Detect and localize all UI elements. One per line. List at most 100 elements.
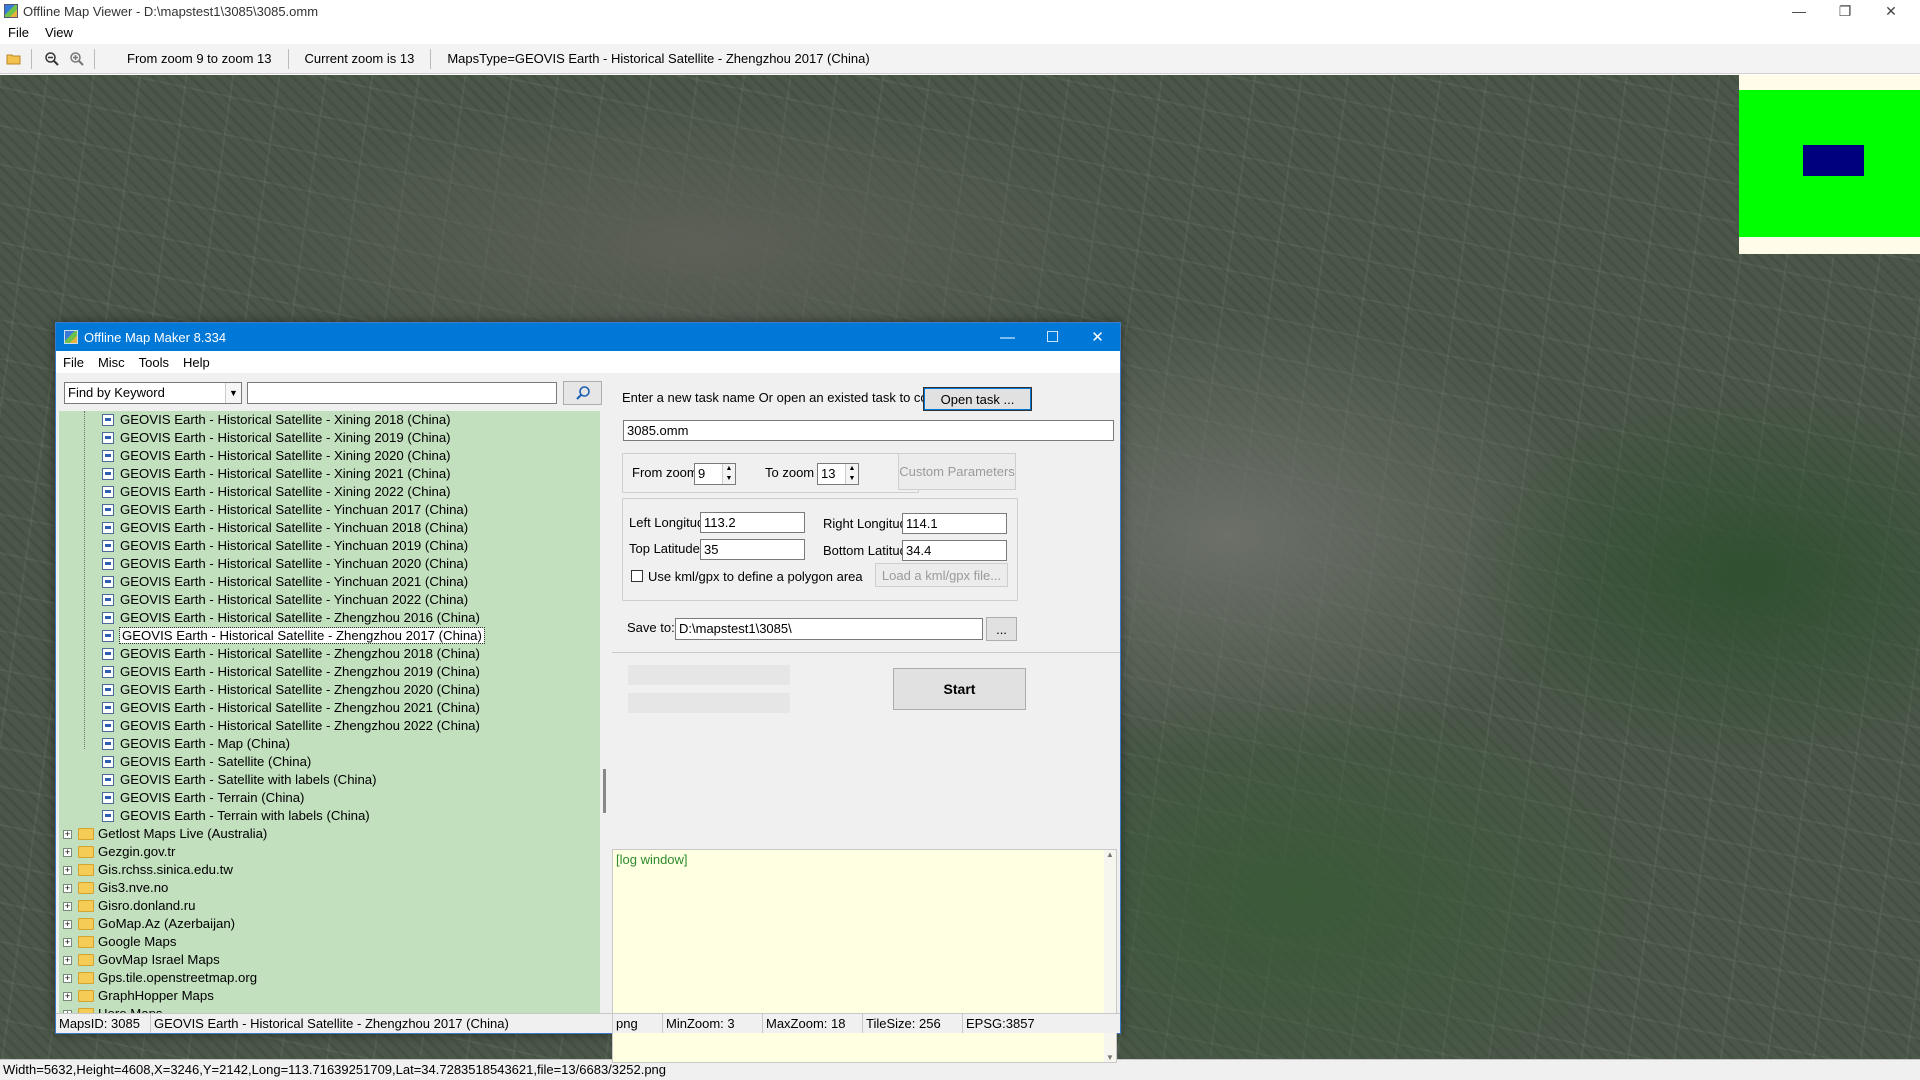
expand-plus-icon[interactable]: + xyxy=(63,866,72,875)
tree-item-map-source[interactable]: GEOVIS Earth - Historical Satellite - Xi… xyxy=(102,429,451,447)
top-latitude-input[interactable]: 35 xyxy=(700,539,805,560)
browse-folder-button[interactable]: ... xyxy=(986,617,1017,641)
dialog-menu-help[interactable]: Help xyxy=(176,355,217,370)
find-keyword-input[interactable] xyxy=(247,382,557,404)
zoom-out-icon[interactable] xyxy=(41,48,63,70)
dialog-menu-tools[interactable]: Tools xyxy=(132,355,176,370)
to-zoom-spinner[interactable]: 13 ▲ ▼ xyxy=(817,463,859,485)
tree-group-provider[interactable]: + Gezgin.gov.tr xyxy=(63,843,175,861)
dialog-window-controls: — ☐ ✕ xyxy=(985,323,1120,351)
map-source-icon xyxy=(102,576,114,588)
open-folder-icon[interactable] xyxy=(3,48,25,70)
tree-item-map-source[interactable]: GEOVIS Earth - Historical Satellite - Xi… xyxy=(102,447,451,465)
tree-item-map-source[interactable]: GEOVIS Earth - Historical Satellite - Yi… xyxy=(102,591,468,609)
map-source-icon xyxy=(102,792,114,804)
spinner-arrows-icon[interactable]: ▲ ▼ xyxy=(845,464,858,484)
tree-item-map-source[interactable]: GEOVIS Earth - Historical Satellite - Yi… xyxy=(102,573,468,591)
expand-plus-icon[interactable]: + xyxy=(63,902,72,911)
tree-item-map-source[interactable]: GEOVIS Earth - Historical Satellite - Yi… xyxy=(102,519,468,537)
tree-item-label: GEOVIS Earth - Terrain with labels (Chin… xyxy=(120,808,370,823)
scroll-down-icon[interactable]: ▼ xyxy=(1106,1053,1114,1062)
right-longitude-input[interactable]: 114.1 xyxy=(902,513,1007,534)
save-to-input[interactable]: D:\mapstest1\3085\ xyxy=(675,618,983,640)
find-mode-select[interactable]: Find by Keyword ▼ xyxy=(64,382,242,404)
tree-item-label: GEOVIS Earth - Historical Satellite - Xi… xyxy=(120,412,451,427)
tree-item-map-source[interactable]: GEOVIS Earth - Historical Satellite - Zh… xyxy=(102,699,480,717)
expand-plus-icon[interactable]: + xyxy=(63,920,72,929)
dialog-close-icon[interactable]: ✕ xyxy=(1075,323,1120,351)
expand-plus-icon[interactable]: + xyxy=(63,848,72,857)
spinner-arrows-icon[interactable]: ▲ ▼ xyxy=(722,464,735,484)
tree-item-map-source[interactable]: GEOVIS Earth - Historical Satellite - Zh… xyxy=(102,663,480,681)
open-task-button[interactable]: Open task ... xyxy=(923,387,1032,411)
tree-item-map-source[interactable]: GEOVIS Earth - Satellite with labels (Ch… xyxy=(102,771,377,789)
tree-item-map-source[interactable]: GEOVIS Earth - Historical Satellite - Xi… xyxy=(102,465,451,483)
tree-item-map-source[interactable]: GEOVIS Earth - Historical Satellite - Yi… xyxy=(102,537,468,555)
tree-item-map-source[interactable]: GEOVIS Earth - Terrain with labels (Chin… xyxy=(102,807,370,825)
left-longitude-input[interactable]: 113.2 xyxy=(700,512,805,533)
scroll-up-icon[interactable]: ▲ xyxy=(1106,850,1114,859)
tree-group-provider[interactable]: + GraphHopper Maps xyxy=(63,987,214,1005)
tree-item-map-source[interactable]: GEOVIS Earth - Historical Satellite - Yi… xyxy=(102,501,468,519)
expand-plus-icon[interactable]: + xyxy=(63,830,72,839)
tree-item-map-source[interactable]: GEOVIS Earth - Terrain (China) xyxy=(102,789,304,807)
menu-view[interactable]: View xyxy=(37,25,81,40)
dialog-menu-bar: File Misc Tools Help xyxy=(56,351,1120,373)
tree-item-map-source[interactable]: GEOVIS Earth - Historical Satellite - Zh… xyxy=(102,717,480,735)
from-zoom-spinner[interactable]: 9 ▲ ▼ xyxy=(694,463,736,485)
tree-group-provider[interactable]: + Gis3.nve.no xyxy=(63,879,168,897)
tree-group-provider[interactable]: + Gisro.donland.ru xyxy=(63,897,196,915)
tree-item-label: GEOVIS Earth - Historical Satellite - Yi… xyxy=(120,574,469,589)
folder-icon xyxy=(78,828,94,840)
tree-scrollbar[interactable] xyxy=(600,411,610,1013)
start-button[interactable]: Start xyxy=(893,668,1026,710)
zoom-in-icon[interactable] xyxy=(66,48,88,70)
menu-file[interactable]: File xyxy=(0,25,37,40)
tree-item-map-source[interactable]: GEOVIS Earth - Map (China) xyxy=(102,735,290,753)
close-icon[interactable]: ✕ xyxy=(1868,0,1914,22)
expand-plus-icon[interactable]: + xyxy=(63,992,72,1001)
restore-icon[interactable]: ❐ xyxy=(1822,0,1868,22)
tree-group-provider[interactable]: + Getlost Maps Live (Australia) xyxy=(63,825,267,843)
expand-plus-icon[interactable]: + xyxy=(63,974,72,983)
tree-item-map-source[interactable]: GEOVIS Earth - Satellite (China) xyxy=(102,753,311,771)
map-source-icon xyxy=(102,558,114,570)
tree-scrollbar-thumb[interactable] xyxy=(603,769,606,813)
tree-group-provider[interactable]: + Gps.tile.openstreetmap.org xyxy=(63,969,257,987)
tree-item-map-source[interactable]: GEOVIS Earth - Historical Satellite - Yi… xyxy=(102,555,468,573)
tree-item-map-source[interactable]: GEOVIS Earth - Historical Satellite - Zh… xyxy=(102,627,485,645)
task-name-input[interactable]: 3085.omm xyxy=(623,420,1114,441)
tree-group-provider[interactable]: + GovMap Israel Maps xyxy=(63,951,220,969)
minimize-icon[interactable]: — xyxy=(1776,0,1822,22)
load-kml-button[interactable]: Load a kml/gpx file... xyxy=(875,563,1008,587)
tree-group-provider[interactable]: + Gis.rchss.sinica.edu.tw xyxy=(63,861,233,879)
tree-item-map-source[interactable]: GEOVIS Earth - Historical Satellite - Zh… xyxy=(102,645,480,663)
tree-item-map-source[interactable]: GEOVIS Earth - Historical Satellite - Xi… xyxy=(102,483,451,501)
tree-item-map-source[interactable]: GEOVIS Earth - Historical Satellite - Xi… xyxy=(102,411,451,429)
find-button[interactable] xyxy=(563,381,602,405)
map-source-tree[interactable]: GEOVIS Earth - Historical Satellite - Xi… xyxy=(59,411,600,1013)
map-source-icon xyxy=(102,756,114,768)
tree-item-label: GEOVIS Earth - Map (China) xyxy=(120,736,291,751)
kml-polygon-checkbox[interactable] xyxy=(631,570,643,582)
expand-plus-icon[interactable]: + xyxy=(63,884,72,893)
tree-item-map-source[interactable]: GEOVIS Earth - Historical Satellite - Zh… xyxy=(102,609,480,627)
minimap-viewport[interactable] xyxy=(1803,145,1864,176)
progress-bar-total xyxy=(628,665,790,685)
chevron-down-icon[interactable]: ▼ xyxy=(225,383,241,403)
tree-group-label: Gis3.nve.no xyxy=(98,880,169,895)
tree-group-provider[interactable]: + GoMap.Az (Azerbaijan) xyxy=(63,915,235,933)
tree-group-provider[interactable]: +Here Maps xyxy=(63,1005,163,1013)
dialog-menu-file[interactable]: File xyxy=(56,355,91,370)
overview-minimap[interactable] xyxy=(1739,75,1920,254)
dialog-menu-misc[interactable]: Misc xyxy=(91,355,132,370)
expand-plus-icon[interactable]: + xyxy=(63,938,72,947)
tree-group-provider[interactable]: + Google Maps xyxy=(63,933,176,951)
dialog-app-icon xyxy=(64,330,78,344)
custom-parameters-button[interactable]: Custom Parameters xyxy=(898,453,1016,490)
tree-item-map-source[interactable]: GEOVIS Earth - Historical Satellite - Zh… xyxy=(102,681,480,699)
dialog-minimize-icon[interactable]: — xyxy=(985,323,1030,351)
dialog-maximize-icon[interactable]: ☐ xyxy=(1030,323,1075,351)
bottom-latitude-input[interactable]: 34.4 xyxy=(902,540,1007,561)
expand-plus-icon[interactable]: + xyxy=(63,956,72,965)
